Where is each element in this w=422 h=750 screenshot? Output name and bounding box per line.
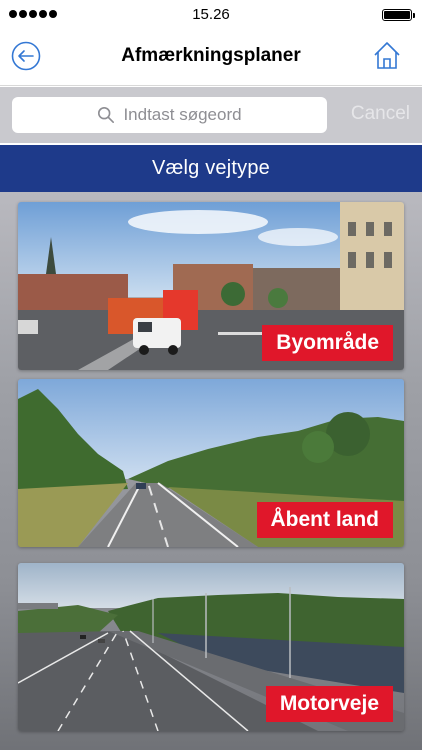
- road-type-label: Byområde: [262, 325, 393, 361]
- road-type-card-abent-land[interactable]: Åbent land: [18, 379, 404, 547]
- home-icon: [374, 42, 400, 69]
- navigation-bar: Afmærkningsplaner: [0, 30, 422, 86]
- search-icon: [98, 106, 115, 124]
- page-title: Afmærkningsplaner: [121, 45, 301, 66]
- road-type-label: Motorveje: [265, 686, 393, 722]
- status-time: 15.26: [192, 6, 230, 23]
- cancel-button[interactable]: Cancel: [351, 103, 410, 125]
- section-title: Vælg vejtype: [151, 157, 270, 179]
- road-type-card-motorveje[interactable]: Motorveje: [18, 563, 404, 731]
- road-type-label: Åbent land: [256, 502, 393, 538]
- search-input[interactable]: Indtast søgeord: [12, 97, 327, 133]
- search-placeholder: Indtast søgeord: [123, 105, 242, 124]
- status-bar: 15.26: [0, 0, 422, 30]
- home-button[interactable]: [372, 40, 402, 72]
- road-type-card-byomrade[interactable]: Byområde: [18, 202, 404, 370]
- section-header: Vælg vejtype: [0, 145, 422, 192]
- battery-icon: [382, 9, 415, 21]
- search-bar: Indtast søgeord Cancel: [0, 87, 422, 143]
